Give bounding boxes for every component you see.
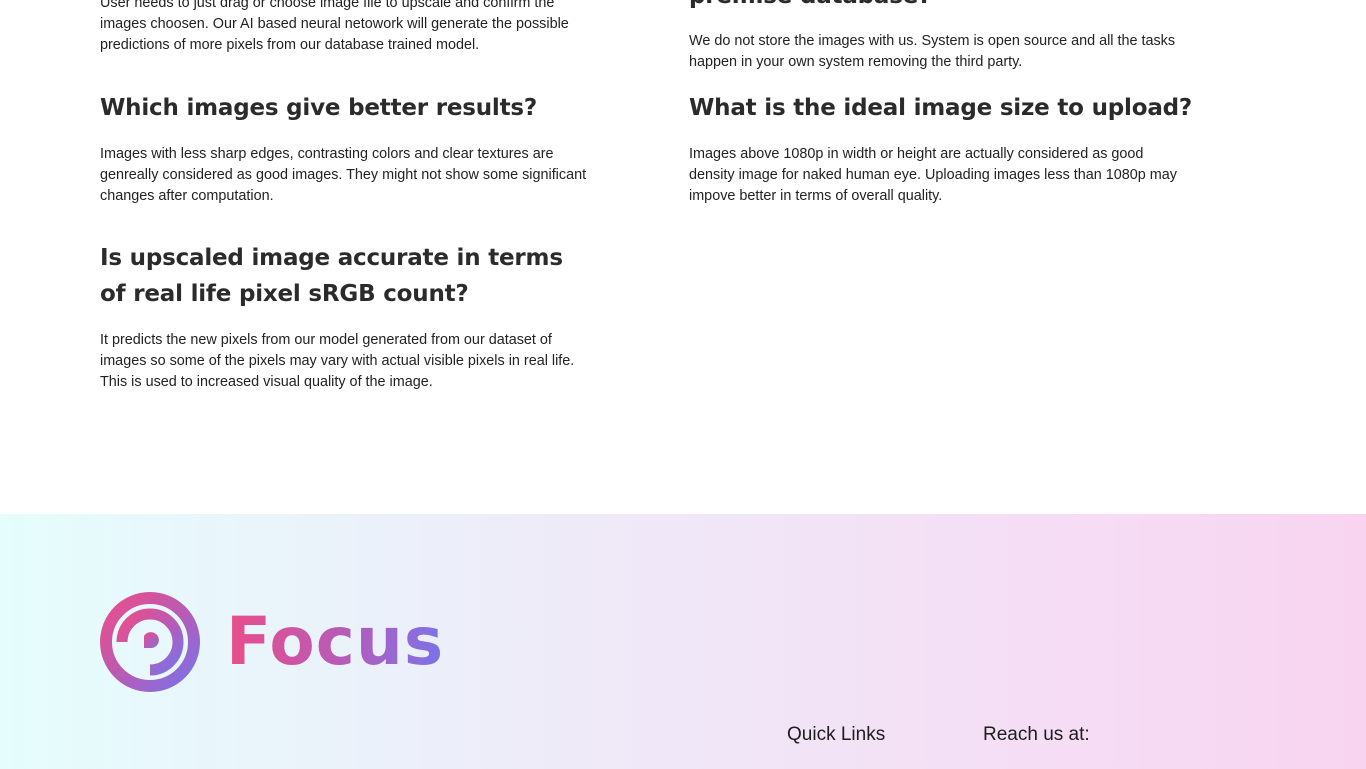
faq-answer: We do not store the images with us. Syst… [689,33,1176,70]
faq-answer: Images with less sharp edges, contrastin… [100,146,587,204]
faq-question: Which images give better results? [100,95,538,121]
faq-answer: It predicts the new pixels from our mode… [100,332,575,390]
page: User needs to just drag or choose image … [0,0,1366,769]
faq-answer: Images above 1080p in width or height ar… [689,146,1177,204]
brand-logo[interactable]: Focus [100,592,444,692]
faq-item-better-results: Which images give better results? Images… [100,90,590,207]
faq-question: premise database? [689,0,1179,14]
faq-item-data-storage: premise database? We do not store the im… [689,0,1179,73]
faq-answer: User needs to just drag or choose image … [100,0,569,53]
faq-item-ideal-size: What is the ideal image size to upload? … [689,90,1193,207]
faq-item-accuracy: Is upscaled image accurate in terms of r… [100,240,590,393]
footer: Focus Quick Links Reach us at: [0,514,1366,769]
faq-question: Is upscaled image accurate in terms of r… [100,245,563,307]
quick-links-heading: Quick Links [787,724,886,745]
faq-question: What is the ideal image size to upload? [689,95,1193,121]
reach-us-heading: Reach us at: [983,724,1090,745]
brand-name: Focus [226,592,444,692]
faq-section: User needs to just drag or choose image … [0,0,1366,514]
faq-item-how-it-works: User needs to just drag or choose image … [100,0,590,56]
focus-ring-logo-icon [100,592,200,692]
